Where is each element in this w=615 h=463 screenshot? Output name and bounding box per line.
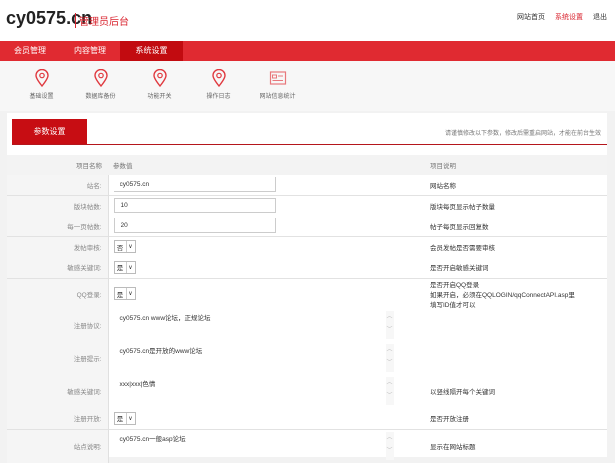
settings-panel: 参数设置 请谨慎修改以下参数，修改后需重启网站，才能在前台生效 项目名称 参数值项… bbox=[7, 113, 607, 463]
row-label: 注册协议: bbox=[7, 308, 108, 342]
row-label: 版块帖数: bbox=[7, 194, 108, 216]
id-card-icon bbox=[269, 71, 286, 85]
settings-link[interactable]: 系统设置 bbox=[555, 12, 583, 22]
scrollbar[interactable]: ︿ ﹀ bbox=[385, 311, 394, 339]
row-desc: 显示在网站标题 bbox=[430, 429, 607, 463]
row-label: 站名: bbox=[7, 175, 108, 195]
keyword-select[interactable]: 是 ∨ bbox=[113, 260, 136, 274]
qq-login-select[interactable]: 是 ∨ bbox=[113, 287, 136, 300]
sub-nav: 基础设置 数据库备份 功能开关 操作日志 网站信息统计 bbox=[0, 61, 615, 111]
row-label: QQ登录: bbox=[7, 277, 108, 309]
location-pin-icon bbox=[93, 69, 108, 87]
header: cy0575.cn 管理员后台 网站首页 系统设置 退出 bbox=[0, 0, 615, 41]
scrollbar[interactable]: ︿ ﹀ bbox=[385, 377, 394, 405]
page-posts-input[interactable] bbox=[113, 218, 276, 234]
row-label: 敏感关键词: bbox=[7, 257, 108, 278]
location-pin-icon bbox=[211, 69, 226, 87]
notice-text: 请谨慎修改以下参数，修改后需重启网站，才能在前台生效 bbox=[444, 131, 601, 137]
row-label: 发帖审核: bbox=[7, 235, 108, 257]
register-open-select[interactable]: 是 ∨ bbox=[113, 411, 136, 425]
row-desc: 版块每页显示帖子数量 bbox=[430, 194, 607, 216]
chevron-down-icon: ∨ bbox=[125, 288, 135, 299]
row-desc: 会员发帖是否需要审核 bbox=[430, 235, 607, 257]
board-posts-input[interactable] bbox=[113, 198, 276, 214]
chevron-down-icon: ∨ bbox=[125, 241, 135, 253]
row-desc: 是否开启敏感关键词 bbox=[430, 265, 489, 273]
nav-system[interactable]: 系统设置 bbox=[120, 41, 183, 61]
row-label: 注册开放: bbox=[7, 407, 108, 430]
register-agreement-textarea[interactable]: cy0575.cn www论坛，正规论坛 ︿ ﹀ bbox=[114, 309, 394, 341]
register-tip-textarea[interactable]: cy0575.cn是开放的www论坛 ︿ ﹀ bbox=[114, 342, 394, 374]
location-pin-icon bbox=[34, 69, 49, 87]
header-desc: 项目说明 bbox=[430, 155, 607, 175]
tab-params[interactable]: 参数设置 bbox=[12, 119, 87, 144]
header-name: 项目名称 bbox=[7, 155, 108, 175]
row-label: 注册提示: bbox=[7, 341, 108, 375]
site-desc-textarea[interactable]: cy0575.cn一般asp论坛 ︿ ﹀ bbox=[114, 430, 394, 462]
row-desc: 是否开放注册 bbox=[430, 416, 469, 424]
keywords-textarea[interactable]: xxx|xxx|色情 ︿ ﹀ bbox=[114, 375, 394, 407]
subnav-log[interactable]: 操作日志 bbox=[189, 61, 248, 111]
row-desc: 网站名称 bbox=[430, 182, 456, 190]
scrollbar[interactable]: ︿ ﹀ bbox=[385, 432, 394, 461]
site-name-input[interactable] bbox=[113, 177, 276, 193]
row-label: 站点说明: bbox=[7, 429, 108, 463]
row-desc: 以竖线隔开每个关键词 bbox=[430, 389, 495, 396]
scrollbar[interactable]: ︿ ﹀ bbox=[385, 344, 394, 372]
location-pin-icon bbox=[152, 69, 167, 87]
subnav-stats[interactable]: 网站信息统计 bbox=[248, 61, 307, 111]
chevron-down-icon: ∨ bbox=[125, 261, 135, 273]
logout-link[interactable]: 退出 bbox=[593, 12, 607, 22]
row-desc-extra: 如果开启，必须在QQLOGIN/qqConnectAPI.asp里填写ID值才可… bbox=[430, 291, 575, 309]
row-desc: 是否开启QQ登录 bbox=[430, 281, 480, 289]
nav-member[interactable]: 会员管理 bbox=[0, 41, 60, 61]
divider bbox=[12, 144, 607, 145]
logo-subtitle: 管理员后台 bbox=[75, 13, 129, 28]
settings-table: 项目名称参数值项目说明 站名: 网站名称 版块帖数: 版块每页显示帖子数量 每一页帖… bbox=[7, 155, 607, 463]
header-value: 参数值 bbox=[108, 155, 430, 175]
row-label: 每一页帖数: bbox=[7, 216, 108, 236]
row-label: 敏感关键词: bbox=[7, 374, 108, 408]
subnav-switch[interactable]: 功能开关 bbox=[130, 61, 189, 111]
chevron-down-icon: ∨ bbox=[125, 412, 135, 424]
subnav-basic[interactable]: 基础设置 bbox=[12, 61, 71, 111]
post-review-select[interactable]: 否 ∨ bbox=[113, 240, 136, 254]
nav-content[interactable]: 内容管理 bbox=[60, 41, 120, 61]
row-desc: 帖子每页显示回复数 bbox=[430, 223, 489, 231]
home-link[interactable]: 网站首页 bbox=[517, 12, 545, 22]
subnav-backup[interactable]: 数据库备份 bbox=[71, 61, 130, 111]
main-nav: 会员管理 内容管理 系统设置 bbox=[0, 41, 615, 61]
